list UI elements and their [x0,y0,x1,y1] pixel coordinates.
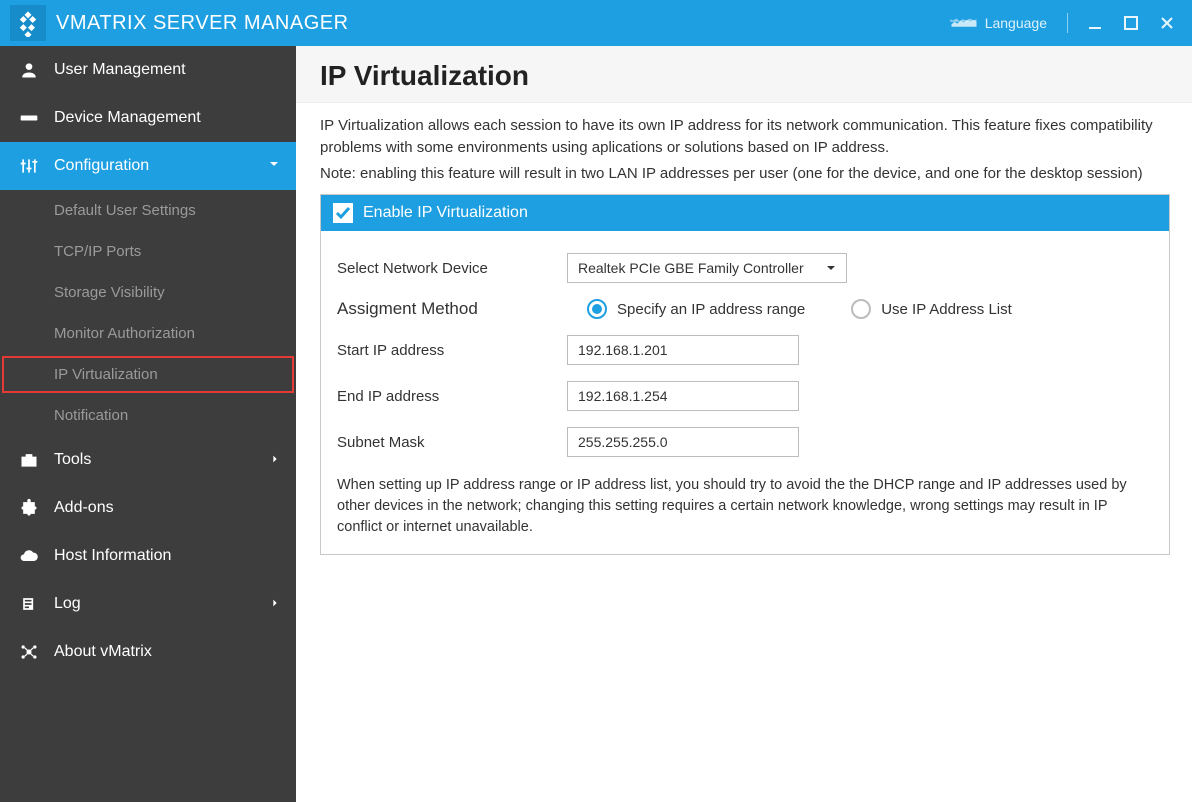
sidebar-item-label: User Management [54,61,186,79]
radio-icon [587,299,607,319]
sidebar-sub-monitor-authorization[interactable]: Monitor Authorization [0,313,296,354]
assignment-range-label: Specify an IP address range [617,301,805,318]
close-icon [1160,16,1174,30]
titlebar-separator [1067,13,1068,33]
sidebar: User Management Device Management Config… [0,46,296,802]
assignment-method-label: Assigment Method [337,299,567,319]
window-close-button[interactable] [1152,8,1182,38]
cloud-icon [16,546,42,566]
app-title: VMATRIX SERVER MANAGER [56,12,349,35]
panel-header: Enable IP Virtualization [321,195,1169,231]
start-ip-label: Start IP address [337,342,567,359]
sidebar-item-label: Log [54,595,81,613]
sidebar-item-device-management[interactable]: Device Management [0,94,296,142]
sidebar-sub-storage-visibility[interactable]: Storage Visibility [0,272,296,313]
app-logo [10,5,46,41]
panel-footer-note: When setting up IP address range or IP a… [337,475,1153,538]
language-label: Language [985,15,1047,31]
sidebar-item-label: Add-ons [54,499,114,517]
assignment-list-label: Use IP Address List [881,301,1012,318]
sidebar-item-host-information[interactable]: Host Information [0,532,296,580]
start-ip-input[interactable] [567,335,799,365]
network-device-select[interactable]: Realtek PCIe GBE Family Controller [567,253,847,283]
window-minimize-button[interactable] [1080,8,1110,38]
sidebar-item-addons[interactable]: Add-ons [0,484,296,532]
globe-map-icon [949,14,979,32]
chevron-right-icon [270,595,280,613]
sidebar-item-label: Device Management [54,109,201,127]
window-maximize-button[interactable] [1116,8,1146,38]
device-icon [16,108,42,128]
sliders-icon [16,156,42,176]
puzzle-icon [16,498,42,518]
language-selector[interactable]: Language [941,10,1055,36]
assignment-range-radio[interactable]: Specify an IP address range [587,299,805,319]
sidebar-item-user-management[interactable]: User Management [0,46,296,94]
maximize-icon [1124,16,1138,30]
sidebar-item-configuration[interactable]: Configuration [0,142,296,190]
enable-ip-virtualization-checkbox[interactable] [333,203,353,223]
end-ip-label: End IP address [337,388,567,405]
enable-ip-virtualization-label: Enable IP Virtualization [363,204,528,222]
chevron-right-icon [270,451,280,469]
subnet-mask-input[interactable] [567,427,799,457]
subnet-label: Subnet Mask [337,434,567,451]
sidebar-item-label: About vMatrix [54,643,152,661]
sidebar-item-about[interactable]: About vMatrix [0,628,296,676]
select-device-label: Select Network Device [337,260,567,277]
end-ip-input[interactable] [567,381,799,411]
title-bar: VMATRIX SERVER MANAGER Language [0,0,1192,46]
page-note: Note: enabling this feature will result … [320,163,1170,185]
assignment-list-radio[interactable]: Use IP Address List [851,299,1012,319]
network-device-selected-value: Realtek PCIe GBE Family Controller [578,260,804,276]
check-icon [335,205,351,221]
page-description: IP Virtualization allows each session to… [320,115,1170,159]
sidebar-sub-tcpip-ports[interactable]: TCP/IP Ports [0,231,296,272]
minimize-icon [1088,16,1102,30]
sidebar-item-label: Tools [54,451,91,469]
users-icon [16,60,42,80]
toolbox-icon [16,450,42,470]
caret-down-icon [826,260,836,276]
sidebar-sub-default-user-settings[interactable]: Default User Settings [0,190,296,231]
ip-virtualization-panel: Enable IP Virtualization Select Network … [320,194,1170,555]
log-icon [16,594,42,614]
sidebar-sub-ip-virtualization[interactable]: IP Virtualization [0,354,296,395]
main-content: IP Virtualization IP Virtualization allo… [296,46,1192,802]
sidebar-item-label: Host Information [54,547,171,565]
sidebar-item-label: Configuration [54,157,149,175]
page-title: IP Virtualization [320,60,1170,92]
radio-icon [851,299,871,319]
sidebar-item-tools[interactable]: Tools [0,436,296,484]
network-icon [16,642,42,662]
sidebar-sub-notification[interactable]: Notification [0,395,296,436]
sidebar-item-log[interactable]: Log [0,580,296,628]
chevron-down-icon [268,157,280,175]
